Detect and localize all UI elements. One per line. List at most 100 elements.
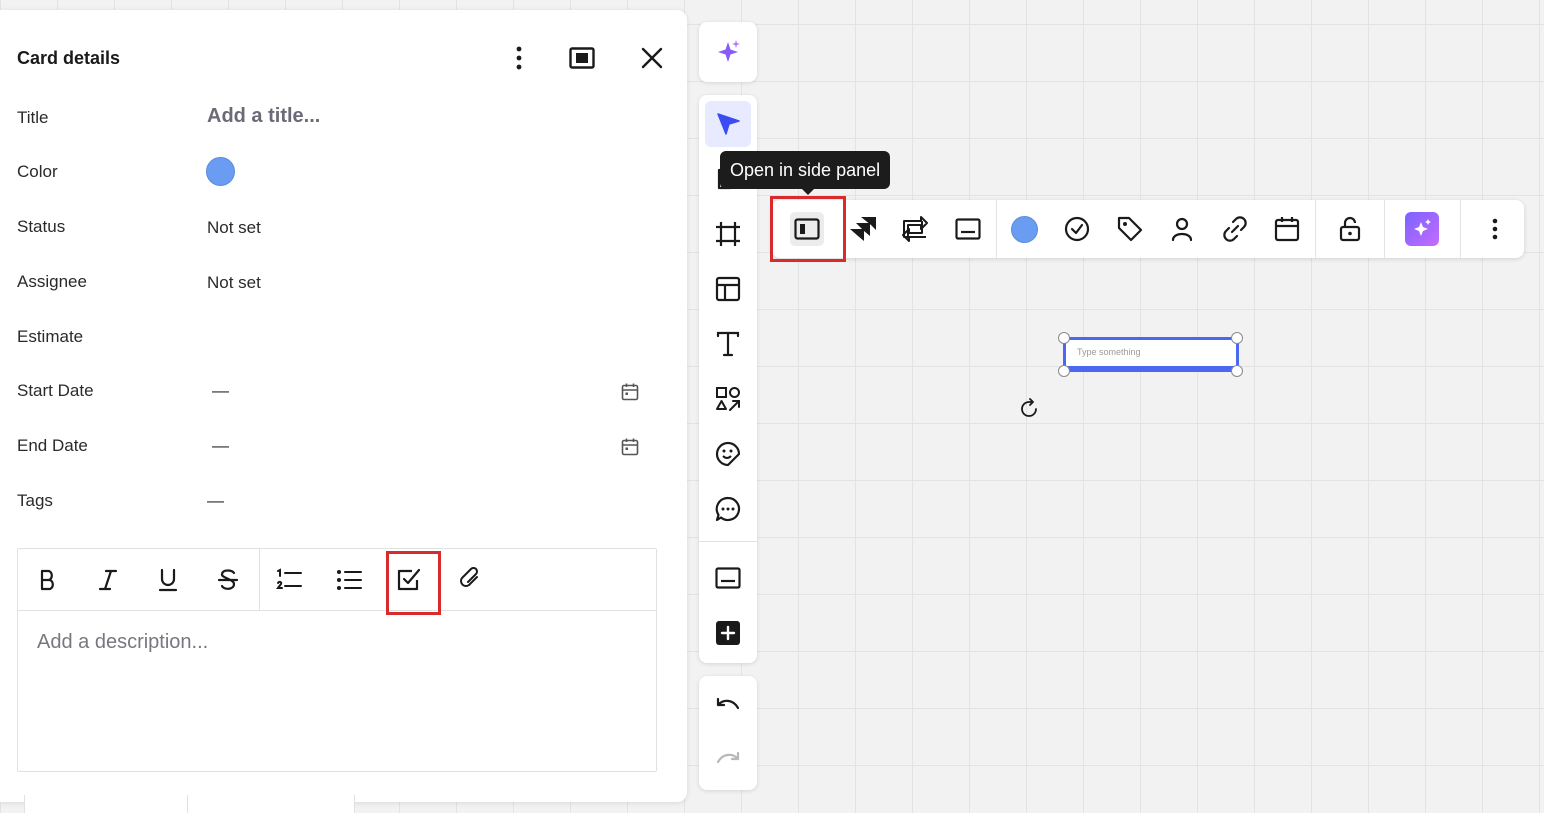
bullet-list-button[interactable] <box>333 564 365 596</box>
bold-icon <box>38 569 58 591</box>
sticker-icon <box>715 441 741 467</box>
color-label: Color <box>17 162 58 181</box>
comment-tool[interactable] <box>705 486 751 532</box>
select-cursor-icon <box>715 111 741 137</box>
text-icon <box>715 331 741 357</box>
add-icon <box>716 621 740 645</box>
templates-tool[interactable] <box>705 266 751 312</box>
card-color-button[interactable] <box>1007 212 1041 246</box>
assignee-value[interactable]: Not set <box>207 273 261 293</box>
assignee-label: Assignee <box>17 272 87 291</box>
link-button[interactable] <box>454 564 486 596</box>
resize-handle[interactable] <box>1231 332 1243 344</box>
status-value[interactable]: Not set <box>207 218 261 238</box>
undo-button[interactable] <box>705 683 751 729</box>
link-icon <box>457 567 483 593</box>
italic-button[interactable] <box>92 564 124 596</box>
numbered-list-icon <box>276 568 302 592</box>
underline-icon <box>157 568 179 592</box>
toolbar-divider <box>996 200 997 258</box>
description-editor: Add a description... <box>17 548 657 772</box>
expand-panel-button[interactable] <box>566 42 598 74</box>
rotate-handle[interactable] <box>1018 398 1040 420</box>
fullscreen-icon <box>569 47 595 69</box>
status-label: Status <box>17 217 66 236</box>
resize-handle[interactable] <box>1058 332 1070 344</box>
tags-value[interactable]: — <box>207 491 224 511</box>
templates-icon <box>715 276 741 302</box>
shapes-icon <box>715 386 741 412</box>
side-panel-icon <box>794 218 820 240</box>
resize-handle[interactable] <box>1231 365 1243 377</box>
unlock-icon <box>1339 216 1361 242</box>
description-input[interactable]: Add a description... <box>37 631 208 654</box>
card-placeholder[interactable]: Type something <box>1077 347 1141 357</box>
dates-button[interactable] <box>1270 212 1304 246</box>
link-icon <box>1222 216 1248 242</box>
select-tool[interactable] <box>705 101 751 147</box>
status-button[interactable] <box>1060 212 1094 246</box>
card-style-button[interactable] <box>951 212 985 246</box>
status-check-icon <box>1064 216 1090 242</box>
toolbar-divider <box>1315 200 1316 258</box>
lock-button[interactable] <box>1333 212 1367 246</box>
calendar-icon[interactable] <box>620 382 640 402</box>
text-tool[interactable] <box>705 321 751 367</box>
tags-button[interactable] <box>1113 212 1147 246</box>
frame-icon <box>715 221 741 247</box>
sticker-tool[interactable] <box>705 431 751 477</box>
close-icon <box>641 47 663 69</box>
ai-assistant-button[interactable] <box>705 29 751 75</box>
strikethrough-button[interactable] <box>212 564 244 596</box>
more-options-button[interactable] <box>503 42 535 74</box>
convert-button[interactable] <box>898 212 932 246</box>
color-swatch[interactable] <box>206 157 235 186</box>
rotate-icon <box>1018 398 1040 420</box>
tag-icon <box>1117 216 1143 242</box>
card-details-panel: Card details Title Add a title... Color … <box>0 10 687 802</box>
ai-icon <box>1405 212 1439 246</box>
ai-sparkle-icon <box>714 38 742 66</box>
comment-icon <box>715 496 741 522</box>
checklist-button[interactable] <box>393 564 425 596</box>
assignee-button[interactable] <box>1165 212 1199 246</box>
card-context-toolbar <box>772 200 1524 258</box>
toolbar-divider <box>259 549 260 611</box>
frame-tool[interactable] <box>705 211 751 257</box>
assignee-icon <box>1171 217 1193 241</box>
start-date-value[interactable]: — <box>212 381 229 401</box>
resize-handle[interactable] <box>1058 365 1070 377</box>
close-panel-button[interactable] <box>636 42 668 74</box>
tags-label: Tags <box>17 491 53 510</box>
undo-icon <box>715 696 741 716</box>
bullet-list-icon <box>336 569 362 591</box>
editor-toolbar <box>18 549 656 611</box>
underline-button[interactable] <box>152 564 184 596</box>
redo-button[interactable] <box>705 737 751 783</box>
more-tools-button[interactable] <box>705 610 751 656</box>
ai-button[interactable] <box>1405 212 1439 246</box>
more-options-button[interactable] <box>1478 212 1512 246</box>
end-date-value[interactable]: — <box>212 436 229 456</box>
card-icon <box>955 218 981 240</box>
numbered-list-button[interactable] <box>273 564 305 596</box>
jira-button[interactable] <box>846 212 880 246</box>
card-tool[interactable] <box>705 555 751 601</box>
history-toolbar <box>699 676 757 790</box>
bold-button[interactable] <box>32 564 64 596</box>
redo-icon <box>715 750 741 770</box>
jira-icon <box>849 216 877 242</box>
canvas-card[interactable]: Type something <box>1063 337 1239 372</box>
calendar-icon <box>1274 216 1300 242</box>
toolbar-divider <box>1460 200 1461 258</box>
start-date-label: Start Date <box>17 381 94 400</box>
ai-toolbar <box>699 22 757 82</box>
title-input[interactable]: Add a title... <box>207 105 320 128</box>
end-date-label: End Date <box>17 436 88 455</box>
link-button[interactable] <box>1218 212 1252 246</box>
toolbar-divider <box>699 541 757 542</box>
open-side-panel-button[interactable] <box>790 212 824 246</box>
panel-title: Card details <box>17 48 121 68</box>
shapes-tool[interactable] <box>705 376 751 422</box>
calendar-icon[interactable] <box>620 437 640 457</box>
